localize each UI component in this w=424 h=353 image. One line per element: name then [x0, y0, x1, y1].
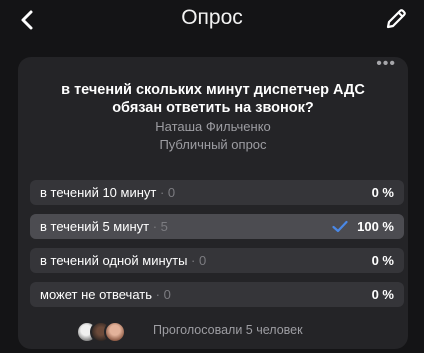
more-horizontal-icon[interactable]: ••• [376, 55, 396, 73]
poll-option-1[interactable]: в течений 10 минут · 0 0 % [30, 180, 404, 205]
pencil-icon[interactable] [384, 7, 408, 31]
option-count: · 0 [156, 185, 176, 200]
voter-avatars [76, 321, 152, 343]
poll-option-3[interactable]: в течений одной минуты · 0 0 % [30, 248, 404, 273]
poll-footer[interactable]: Проголосовали 5 человек [18, 319, 408, 343]
poll-type: Публичный опрос [159, 137, 267, 152]
option-label: может не отвечать [40, 287, 153, 302]
option-count: · 5 [149, 219, 168, 234]
option-percent: 0 % [371, 185, 394, 200]
option-percent: 0 % [371, 287, 394, 302]
poll-author: Наташа Фильченко [155, 119, 271, 134]
check-icon [332, 220, 348, 233]
option-percent: 0 % [371, 253, 394, 268]
top-bar: Опрос [0, 0, 424, 44]
poll-card: ••• в течений скольких минут диспетчер А… [18, 55, 408, 349]
poll-option-4[interactable]: может не отвечать · 0 0 % [30, 282, 404, 307]
poll-question: в течений скольких минут диспетчер АДС о… [61, 82, 365, 116]
option-label: в течений одной минуты [40, 253, 188, 268]
option-count: · 0 [187, 253, 207, 268]
page-title: Опрос [181, 6, 243, 29]
avatar [104, 321, 126, 343]
option-count: · 0 [152, 287, 171, 302]
voters-count: Проголосовали 5 человек [153, 323, 303, 337]
option-label: в течений 10 минут [40, 185, 157, 200]
option-percent: 100 % [357, 219, 394, 234]
option-label: в течений 5 минут [40, 219, 150, 234]
poll-option-2[interactable]: в течений 5 минут · 5 100 % [30, 214, 404, 239]
